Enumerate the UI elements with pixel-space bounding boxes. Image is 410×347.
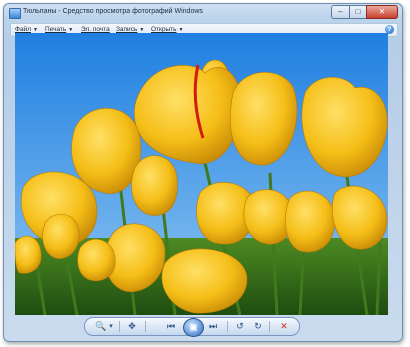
- zoom-icon[interactable]: 🔍: [95, 320, 107, 333]
- menu-email-label: Эл. почта: [81, 26, 110, 33]
- menu-open-label: Открыть: [151, 26, 177, 33]
- tulips-photo: [15, 33, 388, 315]
- close-button[interactable]: ✕: [366, 5, 398, 19]
- menu-file-label: Файл: [15, 26, 31, 33]
- window-title: Тюльпаны - Средство просмотра фотографий…: [23, 8, 203, 15]
- toolbar-divider: [269, 321, 270, 332]
- slideshow-button[interactable]: ▣: [183, 318, 204, 337]
- toolbar-divider: [119, 321, 120, 332]
- delete-icon[interactable]: ✕: [277, 320, 291, 333]
- toolbar-divider: [145, 321, 146, 332]
- viewer-toolbar: 🔍 ▾ ✥ ⏮ ▣ ⏭ ↺ ↻ ✕: [84, 317, 300, 337]
- maximize-button[interactable]: □: [350, 5, 366, 19]
- photo-viewer-icon: [9, 8, 21, 19]
- title-bar[interactable]: Тюльпаны - Средство просмотра фотографий…: [4, 4, 402, 22]
- fit-to-window-icon[interactable]: ✥: [125, 320, 139, 333]
- menu-burn[interactable]: Запись ▼: [116, 26, 144, 33]
- menu-print-label: Печать: [45, 26, 67, 33]
- next-icon[interactable]: ⏭: [205, 320, 221, 333]
- caption-buttons: – □ ✕: [331, 5, 398, 19]
- minimize-button[interactable]: –: [331, 5, 350, 19]
- menu-burn-label: Запись: [116, 26, 138, 33]
- previous-icon[interactable]: ⏮: [163, 320, 179, 333]
- menu-print[interactable]: Печать ▼: [45, 26, 73, 33]
- chevron-down-icon[interactable]: ▾: [107, 320, 115, 333]
- toolbar-divider: [227, 321, 228, 332]
- photo-display[interactable]: [15, 33, 388, 315]
- menu-open[interactable]: Открыть ▼: [151, 26, 183, 33]
- rotate-right-icon[interactable]: ↻: [251, 320, 265, 333]
- menu-file[interactable]: Файл ▼: [15, 26, 38, 33]
- menu-email[interactable]: Эл. почта: [81, 26, 110, 33]
- rotate-left-icon[interactable]: ↺: [233, 320, 247, 333]
